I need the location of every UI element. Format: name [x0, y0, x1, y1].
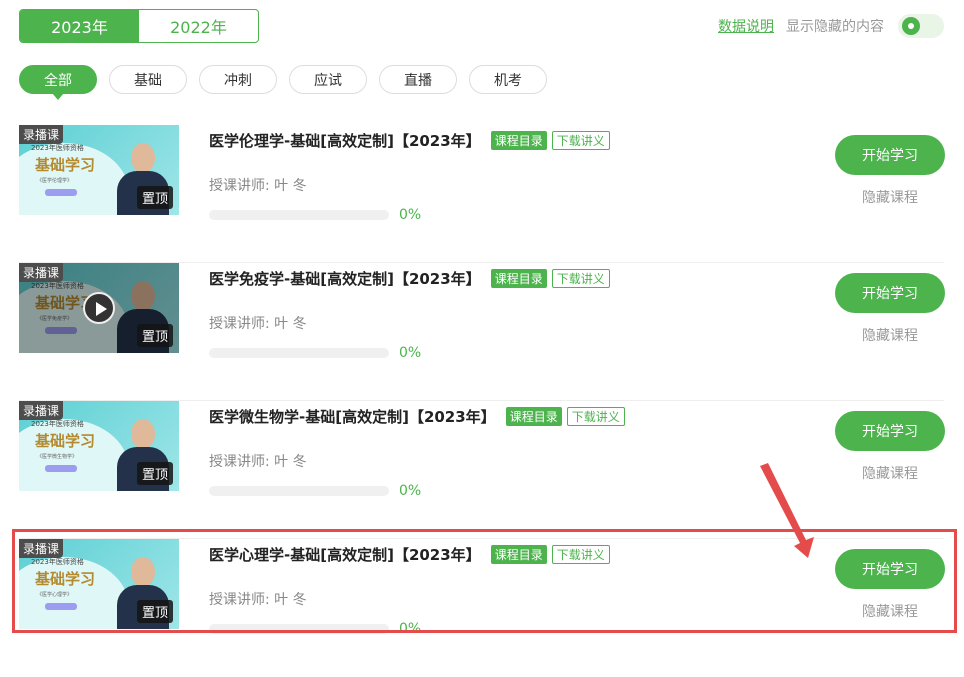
pinned-badge: 置顶: [136, 600, 173, 623]
hide-course-link[interactable]: 隐藏课程: [835, 463, 945, 483]
filter-exam[interactable]: 应试: [289, 65, 367, 94]
pinned-badge: 置顶: [136, 324, 173, 347]
hide-course-link[interactable]: 隐藏课程: [835, 601, 945, 621]
filter-all[interactable]: 全部: [19, 65, 97, 100]
course-title: 医学免疫学-基础[高效定制]【2023年】: [209, 270, 481, 288]
course-item: 2023年医师资格 基础学习 《医学微生物学》 录播课 置顶 医学微生物学-基础…: [19, 401, 945, 539]
course-title: 医学微生物学-基础[高效定制]【2023年】: [209, 408, 496, 426]
filter-sprint[interactable]: 冲刺: [199, 65, 277, 94]
catalog-tag[interactable]: 课程目录: [490, 545, 547, 564]
thumb-line2: 基础学习: [35, 570, 96, 588]
download-notes-tag[interactable]: 下载讲义: [551, 131, 610, 150]
catalog-tag[interactable]: 课程目录: [490, 131, 547, 150]
course-item: 2023年医师资格 基础学习 《医学免疫学》 录播课 置顶 医学免疫学-基础[高…: [19, 263, 945, 401]
recorded-badge: 录播课: [19, 125, 64, 144]
thumb-subject: 《医学心理学》: [37, 592, 73, 598]
filter-computer-exam[interactable]: 机考: [469, 65, 547, 94]
recorded-badge: 录播课: [19, 263, 64, 282]
progress-percent: 0%: [399, 621, 422, 637]
thumb-subject: 《医学伦理学》: [37, 178, 73, 184]
course-teacher: 授课讲师: 叶 冬: [209, 454, 307, 470]
progress-bar: [209, 210, 389, 220]
start-learning-button[interactable]: 开始学习: [835, 549, 945, 589]
progress-percent: 0%: [399, 483, 422, 499]
progress-bar: [209, 348, 389, 358]
course-title: 医学伦理学-基础[高效定制]【2023年】: [209, 132, 481, 150]
filter-basic[interactable]: 基础: [109, 65, 187, 94]
play-icon[interactable]: [83, 292, 115, 324]
course-item: 2023年医师资格 基础学习 《医学心理学》 录播课 置顶 医学心理学-基础[高…: [19, 539, 945, 677]
tab-2022[interactable]: 2022年: [139, 10, 258, 42]
thumb-line1: 2023年医师资格: [31, 420, 84, 428]
data-explanation-link[interactable]: 数据说明: [718, 16, 774, 36]
category-filters: 全部 基础 冲刺 应试 直播 机考: [19, 65, 559, 100]
show-hidden-toggle[interactable]: [898, 14, 944, 38]
progress-percent: 0%: [399, 345, 422, 361]
pinned-badge: 置顶: [136, 186, 173, 209]
pinned-badge: 置顶: [136, 462, 173, 485]
course-title-row: 医学心理学-基础[高效定制]【2023年】 课程目录 下载讲义: [209, 544, 610, 565]
thumb-line2: 基础学习: [35, 156, 96, 174]
course-thumbnail[interactable]: 2023年医师资格 基础学习 《医学微生物学》 录播课 置顶: [19, 401, 179, 491]
course-teacher: 授课讲师: 叶 冬: [209, 178, 307, 194]
course-teacher: 授课讲师: 叶 冬: [209, 592, 307, 608]
progress-bar: [209, 486, 389, 496]
hide-course-link[interactable]: 隐藏课程: [835, 187, 945, 207]
show-hidden-label: 显示隐藏的内容: [786, 19, 884, 35]
header-tools: 数据说明 显示隐藏的内容: [718, 14, 944, 38]
tab-2023[interactable]: 2023年: [20, 10, 139, 42]
course-title-row: 医学免疫学-基础[高效定制]【2023年】 课程目录 下载讲义: [209, 268, 610, 289]
course-thumbnail[interactable]: 2023年医师资格 基础学习 《医学伦理学》 录播课 置顶: [19, 125, 179, 215]
thumb-line1: 2023年医师资格: [31, 558, 84, 566]
year-tabs: 2023年 2022年: [19, 9, 259, 43]
recorded-badge: 录播课: [19, 539, 64, 558]
catalog-tag[interactable]: 课程目录: [505, 407, 562, 426]
start-learning-button[interactable]: 开始学习: [835, 273, 945, 313]
course-item: 2023年医师资格 基础学习 《医学伦理学》 录播课 置顶 医学伦理学-基础[高…: [19, 125, 945, 263]
progress-percent: 0%: [399, 207, 422, 223]
recorded-badge: 录播课: [19, 401, 64, 420]
thumb-line2: 基础学习: [35, 432, 96, 450]
course-title: 医学心理学-基础[高效定制]【2023年】: [209, 546, 481, 564]
thumb-subject: 《医学微生物学》: [37, 454, 78, 460]
course-thumbnail[interactable]: 2023年医师资格 基础学习 《医学心理学》 录播课 置顶: [19, 539, 179, 629]
progress-bar: [209, 624, 389, 634]
hide-course-link[interactable]: 隐藏课程: [835, 325, 945, 345]
course-teacher: 授课讲师: 叶 冬: [209, 316, 307, 332]
course-title-row: 医学微生物学-基础[高效定制]【2023年】 课程目录 下载讲义: [209, 406, 625, 427]
download-notes-tag[interactable]: 下载讲义: [566, 407, 625, 426]
toggle-knob: [902, 17, 920, 35]
start-learning-button[interactable]: 开始学习: [835, 135, 945, 175]
download-notes-tag[interactable]: 下载讲义: [551, 269, 610, 288]
catalog-tag[interactable]: 课程目录: [490, 269, 547, 288]
thumb-line1: 2023年医师资格: [31, 144, 84, 152]
download-notes-tag[interactable]: 下载讲义: [551, 545, 610, 564]
filter-live[interactable]: 直播: [379, 65, 457, 94]
start-learning-button[interactable]: 开始学习: [835, 411, 945, 451]
course-title-row: 医学伦理学-基础[高效定制]【2023年】 课程目录 下载讲义: [209, 130, 610, 151]
